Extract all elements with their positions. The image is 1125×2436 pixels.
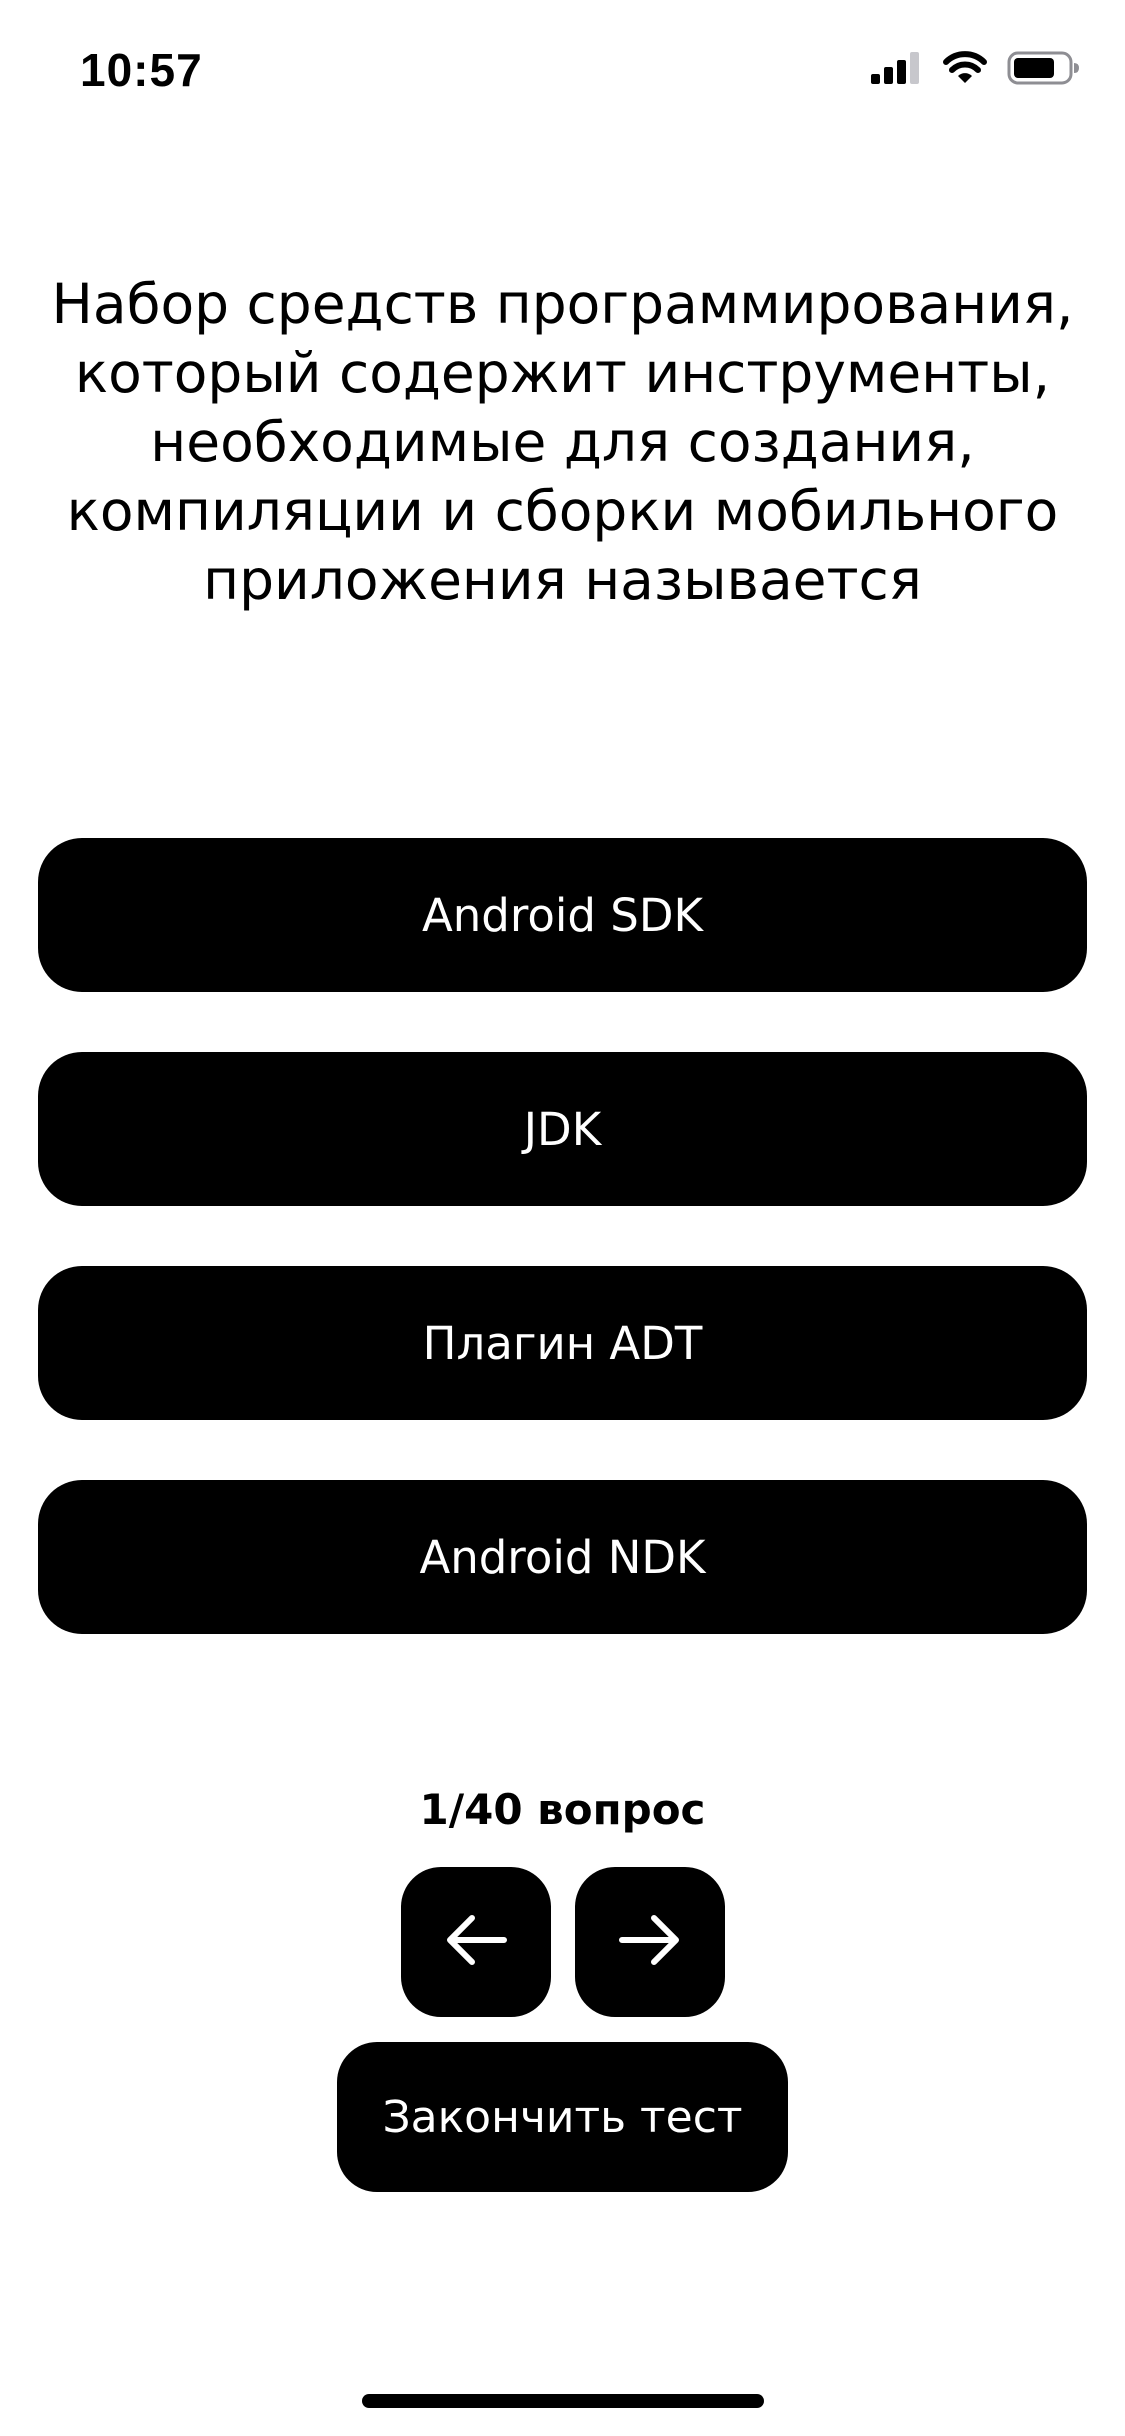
answer-option-jdk[interactable]: JDK	[38, 1052, 1087, 1206]
next-question-button[interactable]	[574, 1867, 725, 2017]
cellular-signal-icon	[871, 52, 923, 88]
question-text: Набор средств программирования, который …	[51, 272, 1074, 612]
status-icons	[871, 50, 1081, 90]
wifi-icon	[943, 51, 987, 89]
question-navigation	[0, 1867, 1125, 2017]
answer-option-android-ndk[interactable]: Android NDK	[38, 1480, 1087, 1634]
arrow-right-icon	[610, 1900, 690, 1984]
answer-list: Android SDK JDK Плагин ADT Android NDK	[38, 838, 1087, 1694]
answer-option-adt-plugin[interactable]: Плагин ADT	[38, 1266, 1087, 1420]
home-indicator[interactable]	[362, 2394, 764, 2408]
battery-icon	[1007, 50, 1081, 90]
question-counter: 1/40 вопрос	[419, 1785, 706, 1834]
previous-question-button[interactable]	[400, 1867, 551, 2017]
answer-option-android-sdk[interactable]: Android SDK	[38, 838, 1087, 992]
arrow-left-icon	[436, 1900, 516, 1984]
finish-test-button[interactable]: Закончить тест	[337, 2042, 788, 2192]
status-time: 10:57	[80, 44, 203, 96]
status-bar: 10:57	[0, 0, 1125, 140]
